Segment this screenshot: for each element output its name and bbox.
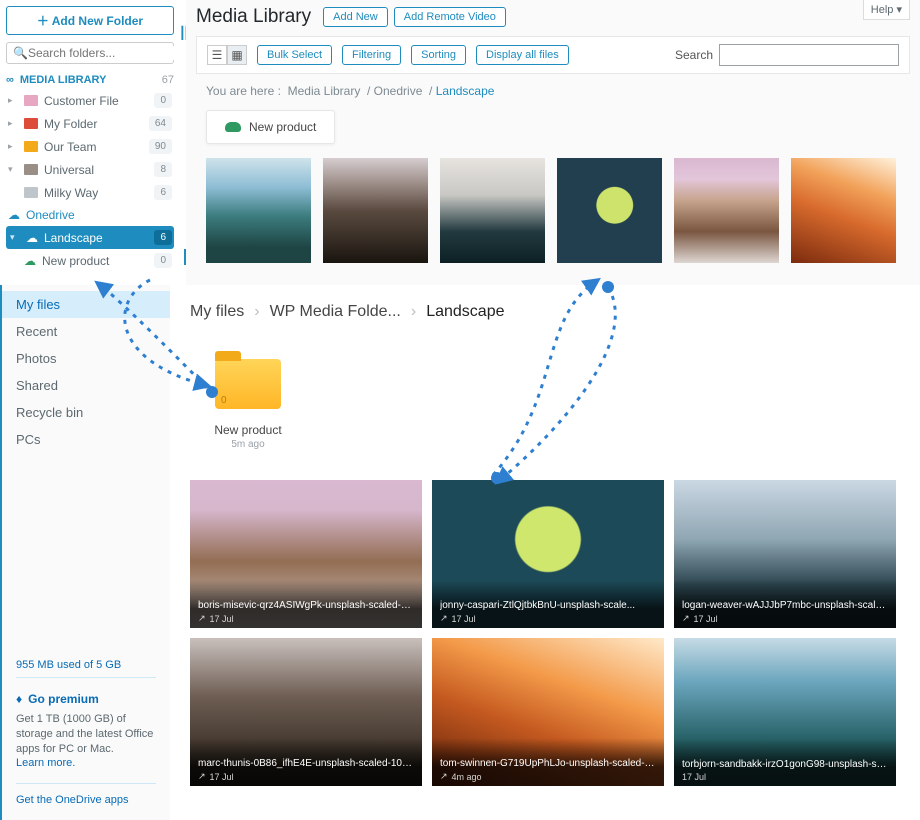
display-all-button[interactable]: Display all files xyxy=(476,45,569,65)
diamond-icon: ♦ xyxy=(16,692,22,706)
infinity-icon: ∞ xyxy=(6,74,14,86)
chevron-down-icon: ▾ xyxy=(10,232,20,243)
file-card[interactable]: logan-weaver-wAJJJbP7mbc-unsplash-scaled… xyxy=(674,480,896,628)
od-nav-recent[interactable]: Recent xyxy=(2,318,170,345)
breadcrumb-item[interactable]: My files xyxy=(190,303,244,321)
folder-onedrive[interactable]: ☁ Onedrive xyxy=(6,204,174,226)
folder-customer-file[interactable]: ▸ Customer File 0 xyxy=(6,89,174,112)
folder-label: New product xyxy=(208,423,288,437)
media-toolbar: ☰ ▦ Bulk Select Filtering Sorting Displa… xyxy=(196,36,910,74)
cloud-icon: ☁ xyxy=(26,231,38,245)
folder-icon xyxy=(24,141,38,152)
folder-landscape[interactable]: ▾ ☁ Landscape 6 xyxy=(6,226,174,249)
breadcrumb-item: Landscape xyxy=(436,84,495,98)
chevron-right-icon: ▸ xyxy=(8,95,18,106)
od-folder-new-product[interactable]: 0 New product 5m ago xyxy=(208,359,288,450)
breadcrumb-item: Landscape xyxy=(426,303,504,321)
search-folders-input[interactable]: 🔍 xyxy=(6,42,174,64)
wp-header: Media Library Add New Add Remote Video xyxy=(196,6,920,28)
od-nav: My files Recent Photos Shared Recycle bi… xyxy=(2,291,170,453)
search-label: Search xyxy=(675,48,713,62)
bulk-select-button[interactable]: Bulk Select xyxy=(257,45,332,65)
media-thumbnail[interactable] xyxy=(206,158,311,263)
page-title: Media Library xyxy=(196,6,311,28)
breadcrumb-item[interactable]: Media Library xyxy=(288,84,361,98)
grid-view-toggle[interactable]: ▦ xyxy=(227,45,247,65)
folder-new-product[interactable]: ☁ New product 0 xyxy=(6,249,174,272)
od-nav-recycle[interactable]: Recycle bin xyxy=(2,399,170,426)
folder-milky-way[interactable]: Milky Way 6 xyxy=(6,181,174,204)
chevron-down-icon: ▾ xyxy=(8,164,18,175)
od-nav-photos[interactable]: Photos xyxy=(2,345,170,372)
storage-used: 955 MB used of 5 GB xyxy=(16,659,156,678)
file-card[interactable]: torbjorn-sandbakk-irzO1gonG98-unsplash-s… xyxy=(674,638,896,786)
od-nav-pcs[interactable]: PCs xyxy=(2,426,170,453)
add-folder-label: Add New Folder xyxy=(52,14,143,28)
od-breadcrumb: My files › WP Media Folde... › Landscape xyxy=(190,303,910,321)
add-new-button[interactable]: Add New xyxy=(323,7,388,27)
folder-icon xyxy=(24,95,38,106)
od-nav-shared[interactable]: Shared xyxy=(2,372,170,399)
share-icon xyxy=(440,613,448,624)
add-new-folder-button[interactable]: ＋ Add New Folder xyxy=(6,6,174,35)
add-remote-video-button[interactable]: Add Remote Video xyxy=(394,7,506,27)
od-nav-my-files[interactable]: My files xyxy=(2,291,170,318)
chevron-right-icon: › xyxy=(254,303,259,321)
folder-universal[interactable]: ▾ Universal 8 xyxy=(6,158,174,181)
od-file-grid: boris-misevic-qrz4ASIWgPk-unsplash-scale… xyxy=(190,480,910,786)
wp-main: Media Library Add New Add Remote Video H… xyxy=(186,0,920,285)
wp-sidebar: ＋ Add New Folder 🔍 ∞ MEDIA LIBRARY 67 ▸ … xyxy=(0,0,180,285)
od-footer: 955 MB used of 5 GB ♦ Go premium Get 1 T… xyxy=(2,645,170,820)
folder-chip-new-product[interactable]: New product xyxy=(206,110,335,144)
breadcrumb: You are here : Media Library / Onedrive … xyxy=(196,74,920,110)
media-library-root[interactable]: ∞ MEDIA LIBRARY 67 xyxy=(6,74,174,86)
file-card[interactable]: boris-misevic-qrz4ASIWgPk-unsplash-scale… xyxy=(190,480,422,628)
media-thumbnail[interactable] xyxy=(323,158,428,263)
filtering-button[interactable]: Filtering xyxy=(342,45,401,65)
chevron-right-icon: ▸ xyxy=(8,141,18,152)
go-premium-link[interactable]: ♦ Go premium xyxy=(16,692,156,706)
list-view-toggle[interactable]: ☰ xyxy=(207,45,227,65)
folder-our-team[interactable]: ▸ Our Team 90 xyxy=(6,135,174,158)
breadcrumb-item[interactable]: Onedrive xyxy=(374,84,423,98)
media-thumbnail[interactable] xyxy=(791,158,896,263)
chevron-right-icon: ▸ xyxy=(8,118,18,129)
folder-icon xyxy=(24,187,38,198)
od-sidebar: My files Recent Photos Shared Recycle bi… xyxy=(0,285,170,820)
media-thumbnail[interactable] xyxy=(674,158,779,263)
od-main: My files › WP Media Folde... › Landscape… xyxy=(170,285,920,820)
sorting-button[interactable]: Sorting xyxy=(411,45,466,65)
share-icon xyxy=(198,613,206,624)
media-search-input[interactable] xyxy=(719,44,899,66)
media-thumbnail[interactable] xyxy=(440,158,545,263)
share-icon xyxy=(198,771,206,782)
media-thumbnail[interactable] xyxy=(557,158,662,263)
search-icon: 🔍 xyxy=(13,46,28,60)
chevron-right-icon: › xyxy=(411,303,416,321)
folder-icon xyxy=(24,118,38,129)
premium-text: Get 1 TB (1000 GB) of storage and the la… xyxy=(16,712,156,757)
breadcrumb-item[interactable]: WP Media Folde... xyxy=(270,303,401,321)
folder-sublabel: 5m ago xyxy=(208,439,288,450)
get-onedrive-apps-link[interactable]: Get the OneDrive apps xyxy=(16,783,156,806)
learn-more-link[interactable]: Learn more. xyxy=(16,757,75,769)
folder-my-folder[interactable]: ▸ My Folder 64 xyxy=(6,112,174,135)
share-icon xyxy=(440,771,448,782)
cloud-icon xyxy=(225,122,241,132)
file-card[interactable]: jonny-caspari-ZtlQjtbkBnU-unsplash-scale… xyxy=(432,480,664,628)
cloud-icon: ☁ xyxy=(8,208,20,222)
file-card[interactable]: marc-thunis-0B86_ifhE4E-unsplash-scaled-… xyxy=(190,638,422,786)
folder-icon xyxy=(24,164,38,175)
media-thumbnails xyxy=(206,158,910,263)
folder-icon: 0 xyxy=(215,359,281,409)
file-card[interactable]: tom-swinnen-G719UpPhLJo-unsplash-scaled-… xyxy=(432,638,664,786)
help-button[interactable]: Help ▾ xyxy=(863,0,910,20)
cloud-icon: ☁ xyxy=(24,254,36,268)
share-icon xyxy=(682,613,690,624)
